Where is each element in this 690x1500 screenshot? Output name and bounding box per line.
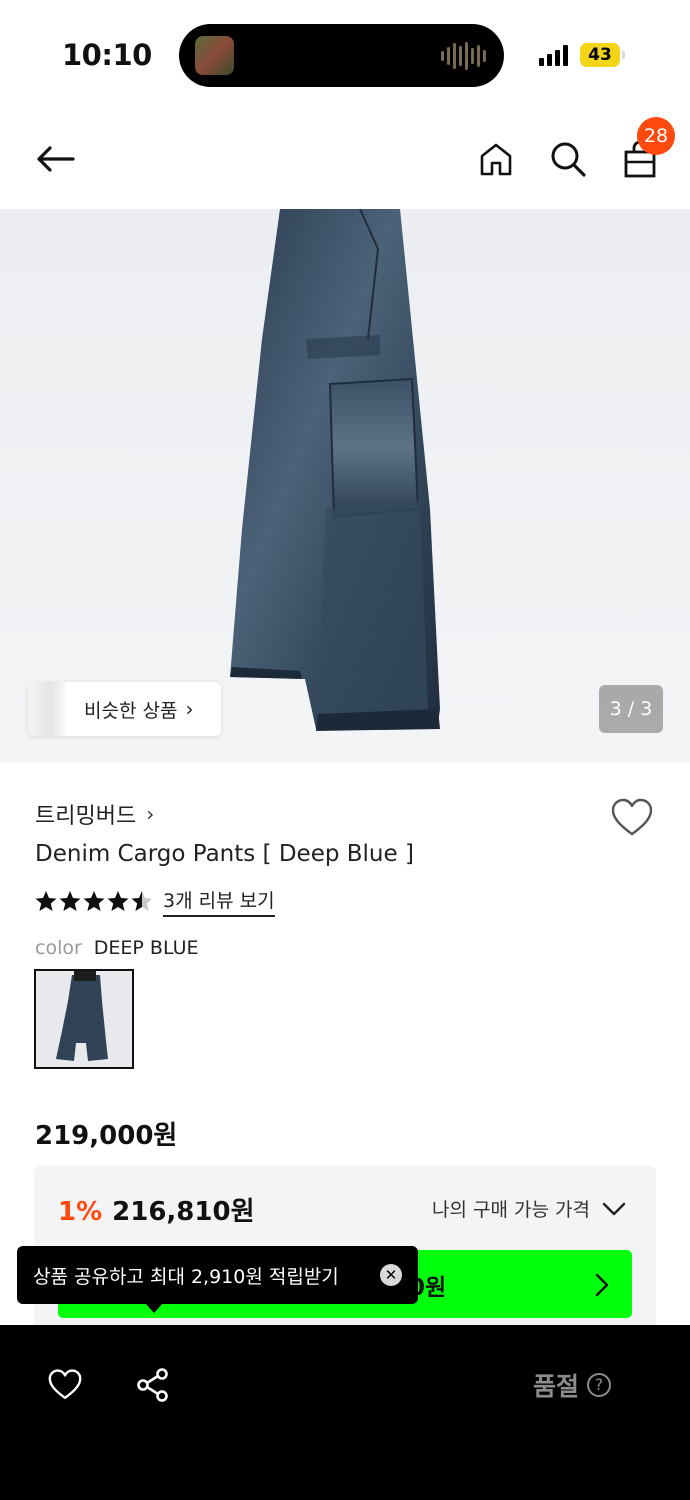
- tooltip-text: 상품 공유하고 최대 2,910원 적립받기: [33, 1265, 339, 1288]
- product-photo: [0, 209, 690, 763]
- chevron-down-icon: [602, 1202, 626, 1215]
- bottom-action-bar: 품절 ?: [0, 1325, 690, 1500]
- search-icon: [551, 142, 586, 177]
- color-label: color: [35, 937, 82, 959]
- status-bar: 10:10 43: [0, 0, 690, 108]
- home-icon: [480, 143, 512, 176]
- chevron-right-icon: [595, 1273, 609, 1297]
- top-navigation: [0, 108, 690, 209]
- similar-products-button[interactable]: 비슷한 상품 ›: [28, 682, 221, 736]
- cart-count-badge: 28: [637, 117, 675, 155]
- product-image[interactable]: [0, 209, 690, 763]
- back-button[interactable]: [32, 136, 78, 182]
- star-rating: [35, 890, 151, 914]
- chevron-right-icon: ›: [146, 802, 155, 826]
- arrow-left-icon: [37, 146, 75, 172]
- brand-link[interactable]: 트리밍버드 ›: [35, 798, 154, 830]
- close-icon[interactable]: ✕: [380, 1264, 402, 1286]
- color-swatch-deep-blue[interactable]: [34, 969, 134, 1069]
- chevron-right-icon: ›: [185, 697, 194, 721]
- similar-products-label: 비슷한 상품: [84, 699, 178, 722]
- color-row: color DEEP BLUE: [35, 937, 199, 959]
- wishlist-button[interactable]: [610, 798, 654, 838]
- sold-out-label: 품절: [533, 1372, 580, 1401]
- status-time: 10:10: [62, 38, 152, 72]
- sold-out-status: 품절 ?: [533, 1367, 612, 1403]
- reviews-link[interactable]: 3개 리뷰 보기: [163, 886, 275, 917]
- swatch-image: [36, 971, 132, 1067]
- audio-waveform-icon: [441, 41, 486, 71]
- share-reward-tooltip[interactable]: 상품 공유하고 최대 2,910원 적립받기 ✕: [17, 1246, 418, 1304]
- now-playing-artwork: [195, 36, 234, 75]
- brand-name: 트리밍버드: [35, 804, 137, 829]
- rating-row: 3개 리뷰 보기: [35, 886, 275, 917]
- cellular-signal-icon: [539, 44, 568, 66]
- product-title: Denim Cargo Pants [ Deep Blue ]: [35, 841, 414, 867]
- discount-row: 1% 216,810원: [58, 1191, 255, 1228]
- color-value: DEEP BLUE: [93, 937, 199, 959]
- share-icon: [137, 1368, 168, 1402]
- home-button[interactable]: [473, 136, 519, 182]
- image-pager: 3 / 3: [599, 685, 663, 733]
- tooltip-arrow: [145, 1303, 163, 1313]
- heart-icon: [48, 1369, 82, 1399]
- stars-icon: [35, 890, 151, 911]
- discount-price: 216,810원: [112, 1197, 255, 1227]
- similar-product-thumbnail: [28, 682, 66, 736]
- battery-tip: [622, 51, 625, 59]
- original-price: 219,000원: [35, 1121, 178, 1151]
- dynamic-island[interactable]: [179, 24, 504, 87]
- search-button[interactable]: [545, 136, 591, 182]
- share-button[interactable]: [133, 1365, 173, 1405]
- help-icon[interactable]: ?: [587, 1373, 612, 1397]
- discount-rate: 1%: [58, 1197, 103, 1227]
- battery-indicator: 43: [580, 43, 620, 67]
- available-price-label: 나의 구매 가능 가격: [432, 1199, 590, 1221]
- like-button[interactable]: [45, 1365, 85, 1405]
- available-price-toggle[interactable]: 나의 구매 가능 가격: [432, 1195, 626, 1222]
- heart-icon: [611, 798, 653, 836]
